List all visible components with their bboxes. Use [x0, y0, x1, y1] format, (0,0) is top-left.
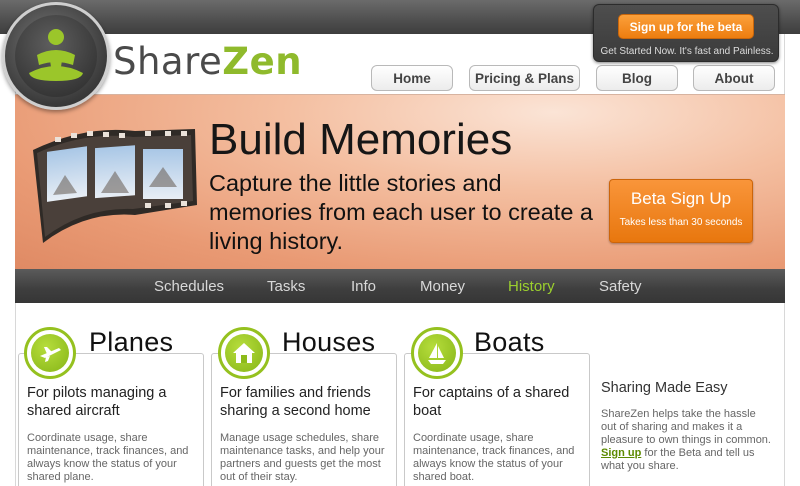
nav-home-button[interactable]: Home [371, 65, 453, 91]
beta-signup-button[interactable]: Sign up for the beta [618, 14, 754, 39]
card-body: Manage usage schedules, share maintenanc… [220, 432, 385, 483]
card-body: Coordinate usage, share maintenance, tra… [27, 432, 189, 483]
card-title-houses: Houses [282, 327, 376, 357]
sailboat-icon [428, 343, 446, 364]
house-icon-badge [218, 327, 270, 379]
sidebar-signup-link[interactable]: Sign up [601, 447, 641, 459]
hero-beta-signup-button[interactable]: Beta Sign Up Takes less than 30 seconds [609, 179, 753, 243]
meditation-icon [29, 29, 83, 81]
beta-box: Sign up for the beta Get Started Now. It… [593, 4, 779, 62]
nav-about-button[interactable]: About [693, 65, 775, 91]
menu-item-label: Schedules [154, 277, 225, 295]
card-title-planes: Planes [89, 327, 174, 357]
hero-cta-sub: Takes less than 30 seconds [619, 217, 743, 228]
card-body: Coordinate usage, share maintenance, tra… [413, 432, 575, 483]
card-heading: For pilots managing a shared aircraft [27, 385, 167, 419]
menu-item-schedules[interactable]: Schedules [154, 269, 224, 303]
plane-icon [40, 347, 61, 362]
menu-item-label: Info [351, 277, 377, 295]
house-icon-bg [225, 334, 263, 372]
menu-item-safety[interactable]: Safety [599, 269, 642, 303]
menu-item-label: Tasks [267, 277, 306, 295]
menu-item-tasks[interactable]: Tasks [267, 269, 305, 303]
menu-item-info[interactable]: Info [351, 269, 376, 303]
nav-blog-button[interactable]: Blog [596, 65, 678, 91]
nav-pricing-button[interactable]: Pricing & Plans [469, 65, 580, 91]
film-reel-icon [33, 129, 197, 243]
hero-banner: Build Memories Capture the little storie… [15, 94, 785, 269]
menu-item-history[interactable]: History [503, 269, 560, 303]
card-title-boats: Boats [474, 327, 545, 357]
brand-name[interactable]: ShareZen [113, 42, 302, 82]
sailboat-icon-badge [411, 327, 463, 379]
sidebar-text: ShareZen helps take the hassle out of sh… [601, 408, 771, 473]
menu-item-label: History [508, 277, 555, 295]
hero-title: Build Memories [209, 115, 513, 164]
sidebar-text-before: ShareZen helps take the hassle out of sh… [601, 408, 771, 446]
hero-cta-label: Beta Sign Up [630, 189, 732, 208]
plane-icon-badge [24, 327, 76, 379]
brand-name-part1: Share [113, 40, 223, 83]
menu-item-label: Money [420, 277, 466, 295]
card-heading: For families and friends sharing a secon… [220, 385, 371, 419]
brand-name-part2: Zen [222, 40, 303, 83]
logo[interactable] [2, 2, 110, 110]
menu-item-money[interactable]: Money [420, 269, 465, 303]
house-icon [233, 343, 255, 363]
hero-text: Capture the little stories and memories … [209, 170, 593, 254]
content-area: Planes For pilots managing a shared airc… [15, 303, 785, 486]
feature-menu: Schedules Tasks Info Money History Safet… [15, 269, 785, 303]
menu-item-label: Safety [599, 277, 642, 295]
beta-subtext: Get Started Now. It's fast and Painless. [600, 46, 774, 57]
card-heading: For captains of a shared boat [413, 385, 570, 419]
sailboat-icon-bg [418, 334, 456, 372]
plane-icon-bg [31, 334, 69, 372]
sidebar-title: Sharing Made Easy [601, 380, 728, 396]
logo-inner [15, 15, 97, 97]
